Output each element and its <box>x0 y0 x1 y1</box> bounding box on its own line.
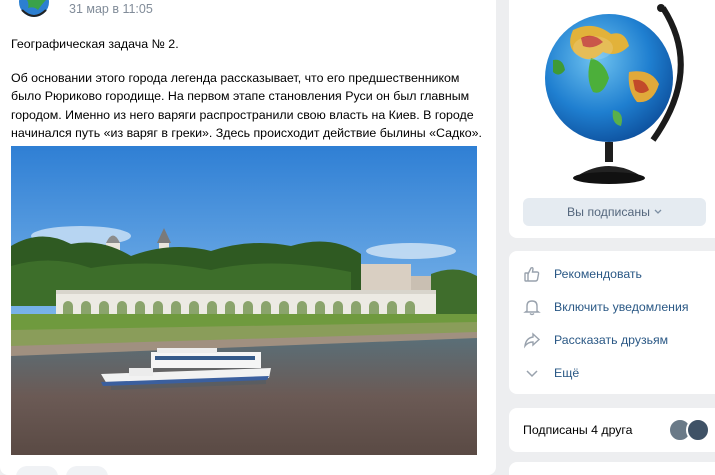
subscribed-label: Вы подписаны <box>566 205 650 219</box>
post-photo[interactable] <box>11 146 477 455</box>
menu-item-more[interactable]: Ещё <box>523 363 579 383</box>
thumb-up-icon <box>523 265 541 283</box>
menu-item-label: Включить уведомления <box>554 300 689 314</box>
globe-image <box>533 0 698 186</box>
chevron-down-icon <box>523 364 541 382</box>
page: 31 мар в 11:05 Географическая задача № 2… <box>0 0 715 475</box>
post-title: Географическая задача № 2. <box>11 37 179 51</box>
menu-item-label: Рекомендовать <box>554 267 642 281</box>
community-actions-card: Рекомендовать Включить уведомления Расск… <box>509 251 715 394</box>
post-card: 31 мар в 11:05 Географическая задача № 2… <box>0 0 496 475</box>
menu-item-recommend[interactable]: Рекомендовать <box>523 264 642 284</box>
chevron-down-icon <box>654 207 662 217</box>
menu-item-notifications[interactable]: Включить уведомления <box>523 297 689 317</box>
community-avatar[interactable] <box>16 0 52 22</box>
comment-button[interactable] <box>66 466 108 475</box>
post-date[interactable]: 31 мар в 11:05 <box>69 2 153 16</box>
post-body: Об основании этого города легенда расска… <box>11 70 482 141</box>
menu-item-share[interactable]: Рассказать друзьям <box>523 330 668 350</box>
friends-subscribed-card[interactable]: Подписаны 4 друга <box>509 408 715 452</box>
subscribed-button[interactable]: Вы подписаны <box>523 198 706 226</box>
friend-avatar[interactable] <box>686 418 710 442</box>
post-text: Географическая задача № 2. Об основании … <box>11 35 487 143</box>
community-cover-card: Вы подписаны <box>509 0 715 238</box>
post-actions <box>16 466 108 475</box>
menu-item-label: Ещё <box>554 366 580 380</box>
friends-subscribed-label: Подписаны 4 друга <box>523 423 633 437</box>
like-button[interactable] <box>16 466 58 475</box>
share-arrow-icon <box>523 331 541 349</box>
menu-item-label: Рассказать друзьям <box>554 333 669 347</box>
bell-icon <box>523 298 541 316</box>
next-card <box>509 462 715 475</box>
